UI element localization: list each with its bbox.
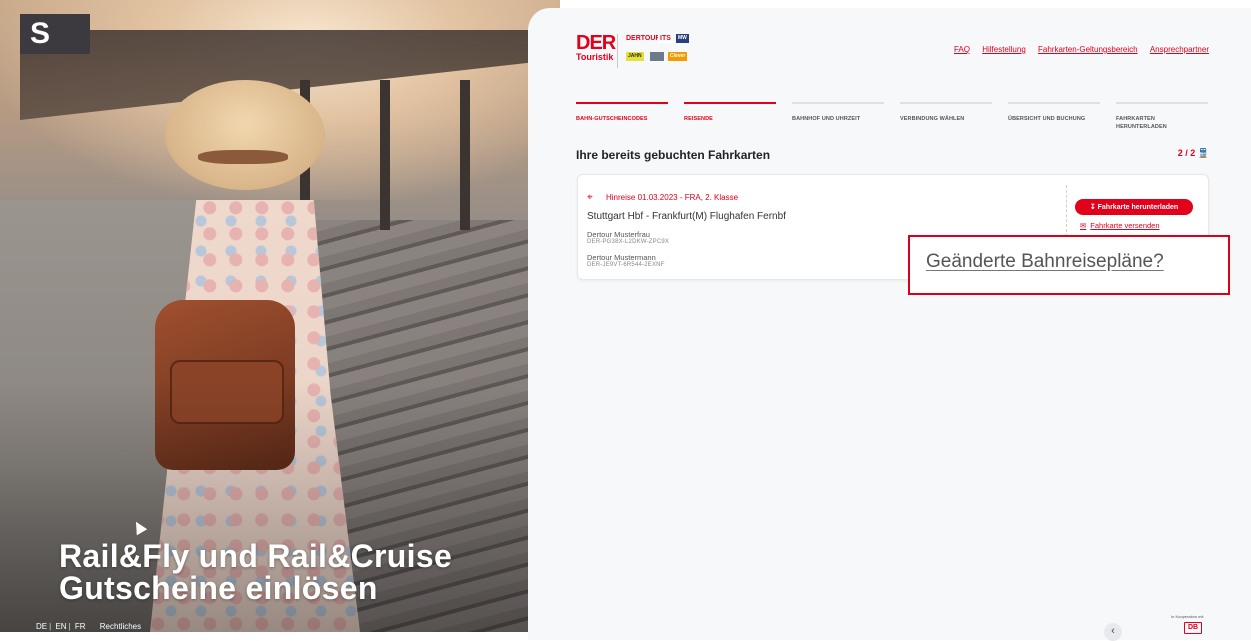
step-bahnhof[interactable]: BAHNHOF UND UHRZEIT: [792, 102, 884, 123]
step-bar: [1008, 102, 1100, 104]
step-bar: [684, 102, 776, 104]
progress-steps: BAHN-GUTSCHEINCODES REISENDE BAHNHOF UND…: [576, 102, 1208, 132]
cooperation-label: In Kooperation mit: [1171, 614, 1204, 619]
nav-faq[interactable]: FAQ: [954, 45, 970, 54]
brand-sky-logo: [650, 52, 664, 61]
hero-title-line2: Gutscheine einlösen: [59, 570, 378, 606]
hero-title: Rail&Fly und Rail&Cruise Gutscheine einl…: [59, 540, 529, 604]
brand-meiers: MW: [676, 34, 689, 43]
passenger-code: DER-JE9VT-6R544-2EXNF: [587, 262, 665, 268]
lang-en[interactable]: EN: [55, 622, 66, 631]
booking-route: Stuttgart Hbf - Frankfurt(M) Flughafen F…: [587, 211, 786, 222]
step-gutscheincodes[interactable]: BAHN-GUTSCHEINCODES: [576, 102, 668, 123]
passenger-code: DER-PG38X-L2DKW-ZPC9X: [587, 239, 670, 245]
step-fahrkarten[interactable]: FAHRKARTEN HERUNTERLADEN: [1116, 102, 1208, 131]
lang-divider: |: [68, 622, 71, 631]
step-label: REISENDE: [684, 116, 713, 122]
passenger-name: Dertour Musterfrau: [587, 230, 650, 239]
top-navigation: FAQ Hilfestellung Fahrkarten-Geltungsber…: [944, 45, 1209, 54]
train-icon: 🚆: [1197, 148, 1209, 158]
logo-der-text: DER: [576, 32, 616, 54]
step-bar: [1116, 102, 1208, 104]
main-panel: DER Touristik DERTOUR ITS MW JAHN Clever…: [528, 8, 1251, 641]
step-bar: [900, 102, 992, 104]
station-pillar: [460, 80, 470, 230]
legal-link[interactable]: Rechtliches: [100, 622, 141, 631]
language-switcher: DE | EN | FR Rechtliches: [36, 622, 143, 631]
step-label: BAHNHOF UND UHRZEIT: [792, 116, 861, 122]
ticket-counter: 2 / 2 🚆: [1178, 148, 1209, 159]
logo-touristik-text: Touristik: [576, 52, 614, 62]
step-reisende[interactable]: REISENDE: [684, 102, 776, 123]
step-bar: [576, 102, 668, 104]
envelope-icon: ✉: [1080, 221, 1087, 230]
brand-dertour: DERTOUR: [626, 35, 661, 42]
der-touristik-logo[interactable]: DER Touristik: [576, 32, 616, 62]
station-sign: S: [20, 14, 90, 54]
step-label: FAHRKARTEN HERUNTERLADEN: [1116, 116, 1167, 130]
download-ticket-label: Fahrkarte herunterladen: [1097, 204, 1179, 211]
back-button[interactable]: ‹: [1104, 623, 1122, 641]
step-label: VERBINDUNG WÄHLEN: [900, 116, 965, 122]
download-ticket-button[interactable]: ↧ Fahrkarte herunterladen: [1075, 199, 1193, 215]
changed-plans-link[interactable]: Geänderte Bahnreisepläne?: [926, 251, 1164, 273]
lang-divider: |: [49, 622, 52, 631]
step-bar: [792, 102, 884, 104]
send-ticket-link[interactable]: ✉ Fahrkarte versenden: [1080, 221, 1160, 230]
booking-leg: Hinreise 01.03.2023 - FRA, 2. Klasse: [606, 193, 739, 202]
passenger-name: Dertour Mustermann: [587, 253, 656, 262]
lang-fr[interactable]: FR: [75, 622, 86, 631]
step-label: BAHN-GUTSCHEINCODES: [576, 116, 648, 122]
changed-plans-callout[interactable]: Geänderte Bahnreisepläne?: [908, 235, 1230, 295]
step-verbindung[interactable]: VERBINDUNG WÄHLEN: [900, 102, 992, 123]
db-logo: DB: [1184, 622, 1202, 634]
nav-geltungsbereich[interactable]: Fahrkarten-Geltungsbereich: [1038, 45, 1138, 54]
step-uebersicht[interactable]: ÜBERSICHT UND BUCHUNG: [1008, 102, 1100, 123]
traveler-hat: [165, 80, 325, 190]
lang-de[interactable]: DE: [36, 622, 47, 631]
ticket-counter-value: 2 / 2: [1177, 148, 1196, 158]
brand-clever: Clever: [668, 52, 688, 61]
section-title: Ihre bereits gebuchten Fahrkarten: [576, 148, 771, 162]
nav-ansprechpartner[interactable]: Ansprechpartner: [1150, 45, 1209, 54]
brand-its: ITS: [658, 34, 673, 43]
station-pillar: [380, 80, 390, 230]
hero-title-line1: Rail&Fly und Rail&Cruise: [59, 538, 453, 574]
step-label: ÜBERSICHT UND BUCHUNG: [1008, 116, 1086, 122]
train-icon: ⌖: [587, 192, 593, 203]
logo-divider: [617, 34, 618, 68]
send-ticket-label: Fahrkarte versenden: [1090, 221, 1160, 230]
brand-jahn: JAHN: [626, 52, 644, 61]
brand-logos: DERTOUR ITS MW JAHN Clever: [624, 34, 704, 68]
download-icon: ↧: [1089, 204, 1098, 211]
traveler-hat-band: [198, 150, 288, 164]
nav-hilfestellung[interactable]: Hilfestellung: [982, 45, 1026, 54]
